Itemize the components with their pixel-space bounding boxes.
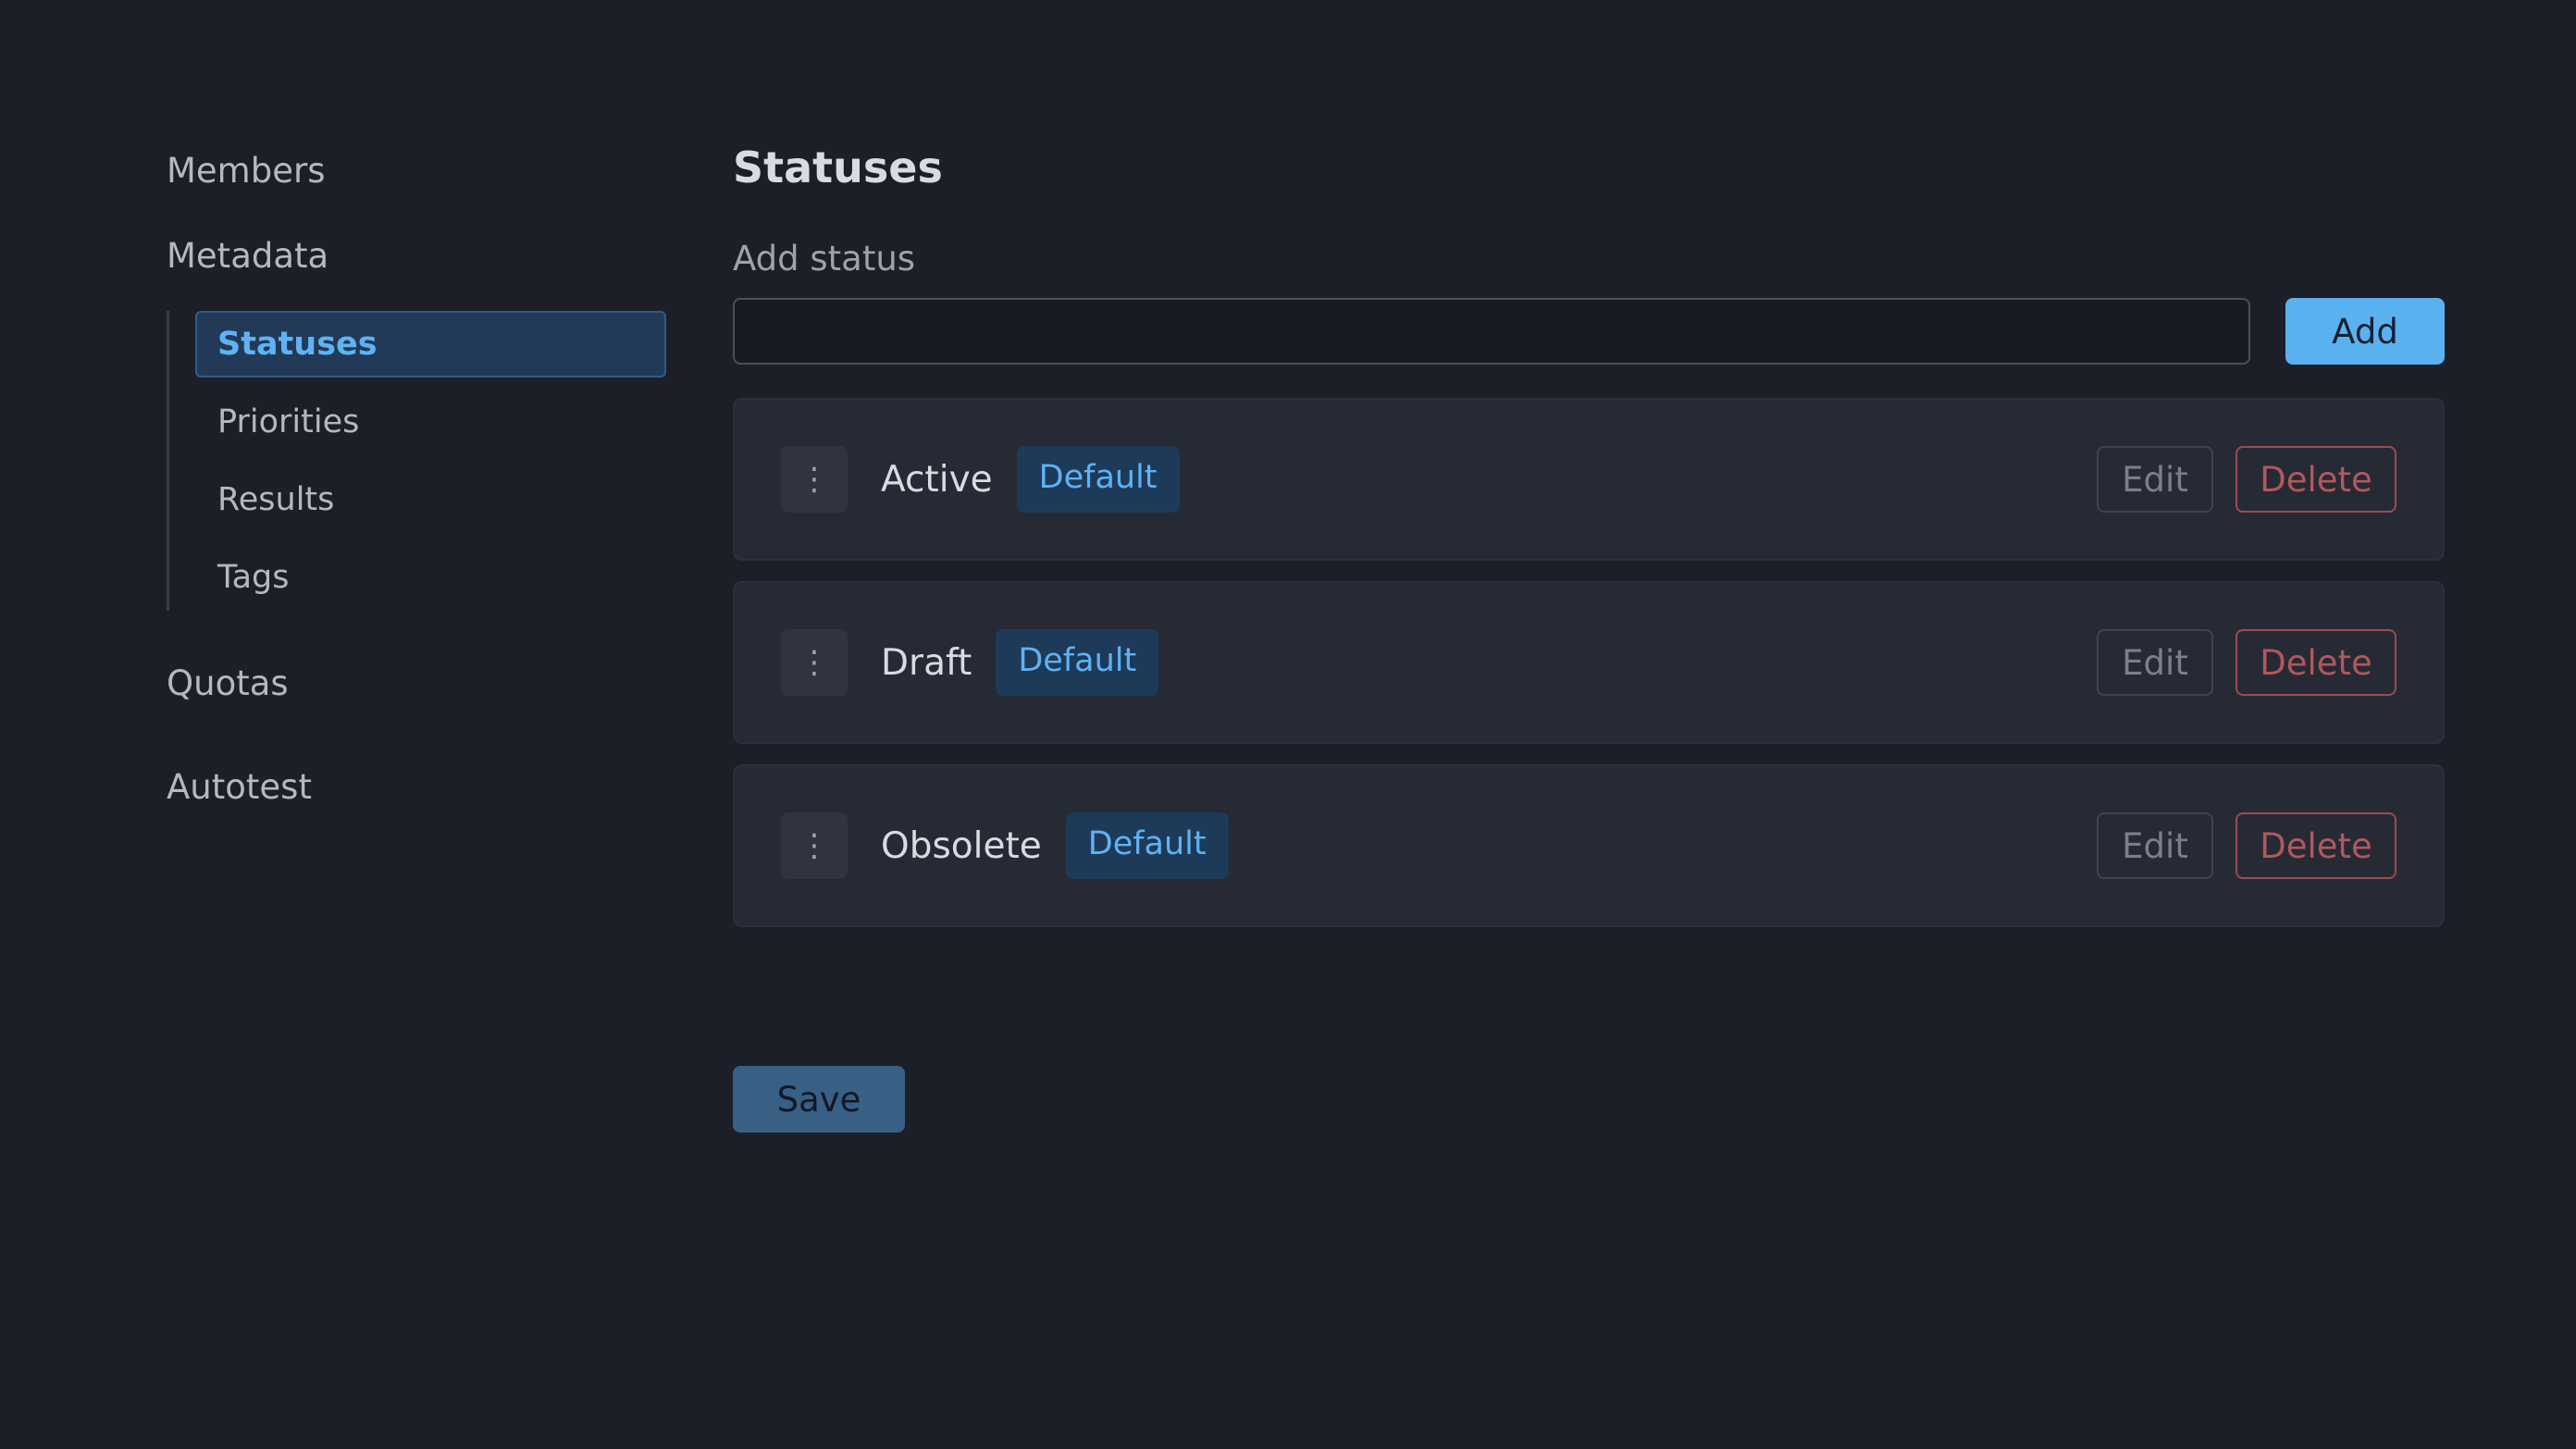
add-status-input[interactable] (733, 298, 2250, 365)
status-row-draft: ⋮ Draft Default Edit Delete (733, 581, 2445, 744)
status-name: Obsolete (881, 824, 1042, 867)
save-button[interactable]: Save (733, 1066, 905, 1133)
page-title: Statuses (733, 142, 943, 192)
vertical-ellipsis-icon[interactable]: ⋮ (781, 446, 848, 513)
delete-button[interactable]: Delete (2235, 812, 2396, 879)
sidebar-item-quotas[interactable]: Quotas (167, 651, 666, 716)
sidebar-item-tags[interactable]: Tags (195, 544, 666, 611)
status-row-obsolete: ⋮ Obsolete Default Edit Delete (733, 764, 2445, 927)
sidebar-item-statuses[interactable]: Statuses (195, 311, 666, 378)
sidebar-item-results[interactable]: Results (195, 466, 666, 533)
default-badge: Default (1016, 446, 1180, 513)
sidebar-item-metadata[interactable]: Metadata (167, 224, 666, 289)
status-list: ⋮ Active Default Edit Delete ⋮ Draft Def… (733, 398, 2445, 927)
metadata-subnav: Statuses Priorities Results Tags (167, 311, 666, 611)
delete-button[interactable]: Delete (2235, 446, 2396, 513)
sidebar-item-priorities[interactable]: Priorities (195, 389, 666, 455)
status-name: Draft (881, 641, 972, 684)
settings-sidebar: Members Metadata Statuses Priorities Res… (167, 139, 666, 820)
vertical-ellipsis-icon[interactable]: ⋮ (781, 812, 848, 879)
sidebar-item-members[interactable]: Members (167, 139, 666, 204)
app: Members Metadata Statuses Priorities Res… (0, 0, 2576, 1449)
default-badge: Default (1065, 812, 1229, 879)
status-row-active: ⋮ Active Default Edit Delete (733, 398, 2445, 561)
vertical-ellipsis-icon[interactable]: ⋮ (781, 629, 848, 696)
sidebar-group-metadata: Metadata Statuses Priorities Results Tag… (167, 224, 666, 611)
delete-button[interactable]: Delete (2235, 629, 2396, 696)
edit-button[interactable]: Edit (2097, 629, 2213, 696)
edit-button[interactable]: Edit (2097, 812, 2213, 879)
default-badge: Default (996, 629, 1159, 696)
edit-button[interactable]: Edit (2097, 446, 2213, 513)
add-status-label: Add status (733, 239, 916, 279)
sidebar-item-autotest[interactable]: Autotest (167, 755, 666, 820)
add-status-button[interactable]: Add (2285, 298, 2445, 365)
add-status-row: Add (733, 298, 2445, 365)
main-content: Statuses Add status Add ⋮ Active Default… (733, 139, 2445, 1133)
status-name: Active (881, 458, 993, 501)
